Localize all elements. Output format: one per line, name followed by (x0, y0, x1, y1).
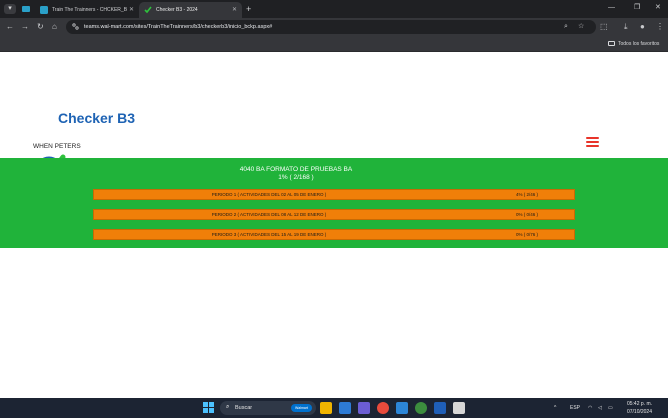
period-value: 0% ( 0/46 ) (516, 212, 539, 217)
home-icon[interactable]: ⌂ (52, 21, 57, 33)
course-progress-panel: 4040 BA FORMATO DE PRUEBAS BA 1% ( 2/168… (0, 158, 668, 248)
site-info-icon[interactable] (72, 23, 79, 30)
period-3-bar[interactable]: PERIODO 3 ( ACTIVIDADES DEL 15 AL 19 DE … (93, 229, 575, 240)
period-label: PERIODO 3 ( ACTIVIDADES DEL 15 AL 19 DE … (211, 232, 327, 237)
maximize-icon[interactable]: ❐ (634, 2, 640, 14)
hamburger-menu-icon[interactable] (586, 137, 599, 148)
period-label: PERIODO 2 ( ACTIVIDADES DEL 08 AL 12 DE … (211, 212, 327, 217)
tab-train-the-trainners[interactable]: Train The Trainners - CHCKER_B ✕ (35, 2, 139, 18)
bookmark-label: Todos los favoritos (618, 41, 660, 47)
vscode-icon[interactable] (339, 402, 351, 414)
browser-toolbar: ← → ↻ ⌂ teams.wal-mart.com/sites/TrainTh… (0, 18, 668, 36)
chrome-icon[interactable] (377, 402, 389, 414)
profile-icon[interactable]: ● (640, 21, 645, 33)
new-tab-button[interactable]: + (246, 2, 251, 16)
snipping-tool-icon[interactable] (453, 402, 465, 414)
extensions-icon[interactable]: ⬚ (600, 21, 608, 33)
taskbar-search[interactable]: ⌕ Buscar Walmart (220, 401, 316, 415)
period-2-bar[interactable]: PERIODO 2 ( ACTIVIDADES DEL 08 AL 12 DE … (93, 209, 575, 220)
period-value: 4% ( 2/46 ) (516, 192, 539, 197)
tab-title: Checker B3 - 2024 (156, 7, 198, 13)
logo-text: Checker B3 (58, 110, 136, 126)
sharepoint-favicon-icon (40, 6, 48, 14)
star-icon[interactable]: ☆ (578, 20, 584, 34)
minimize-icon[interactable]: — (608, 2, 615, 14)
wifi-icon[interactable]: ◠ (588, 398, 592, 418)
volume-icon[interactable]: ◁ (598, 398, 602, 418)
word-icon[interactable] (434, 402, 446, 414)
page-content: Checker B3 WHEN PETERS 4040 BA FORMATO D… (0, 52, 668, 371)
pinned-tab-icon[interactable] (20, 3, 32, 15)
taskbar-clock[interactable]: 05:42 p. m. 07/10/2024 (620, 400, 652, 416)
all-bookmarks-button[interactable]: Todos los favoritos (608, 38, 659, 50)
search-placeholder: Buscar (235, 405, 253, 411)
browser-tab-bar: ▾ Train The Trainners - CHCKER_B ✕ Check… (0, 0, 668, 18)
url-text: teams.wal-mart.com/sites/TrainTheTrainne… (84, 24, 273, 30)
tray-chevron-icon[interactable]: ^ (554, 398, 556, 418)
folder-icon (608, 41, 615, 46)
close-window-icon[interactable]: ✕ (655, 2, 661, 14)
chrome-profile-icon[interactable] (415, 402, 427, 414)
back-icon[interactable]: ← (6, 21, 14, 33)
period-value: 0% ( 0/76 ) (516, 232, 539, 237)
menu-icon[interactable]: ⋮ (656, 21, 664, 33)
walmart-badge: Walmart (291, 404, 312, 412)
user-name: WHEN PETERS (33, 143, 81, 150)
course-progress: 1% ( 2/168 ) (278, 174, 314, 181)
period-label: PERIODO 1 ( ACTIVIDADES DEL 02 AL 05 DE … (211, 192, 327, 197)
address-bar[interactable]: teams.wal-mart.com/sites/TrainTheTrainne… (66, 20, 596, 34)
outlook-icon[interactable] (396, 402, 408, 414)
forward-icon[interactable]: → (21, 21, 29, 33)
language-indicator[interactable]: ESP (570, 398, 580, 418)
checker-favicon-icon (144, 6, 152, 14)
reload-icon[interactable]: ↻ (37, 21, 44, 33)
teams-icon[interactable] (358, 402, 370, 414)
file-explorer-icon[interactable] (320, 402, 332, 414)
course-title: 4040 BA FORMATO DE PRUEBAS BA (239, 166, 353, 173)
clock-date: 07/10/2024 (626, 409, 652, 415)
windows-taskbar: ⌕ Buscar Walmart ^ ESP ◠ ◁ ▭ 05:42 p. m.… (0, 398, 668, 418)
period-1-bar[interactable]: PERIODO 1 ( ACTIVIDADES DEL 02 AL 05 DE … (93, 189, 575, 200)
tab-search-icon[interactable]: ▾ (4, 4, 16, 14)
close-tab-icon[interactable]: ✕ (129, 2, 134, 18)
clock-time: 05:42 p. m. (626, 401, 652, 407)
close-tab-icon[interactable]: ✕ (232, 2, 237, 18)
tab-checker-b3[interactable]: Checker B3 - 2024 ✕ (139, 2, 242, 18)
tab-title: Train The Trainners - CHCKER_B (52, 7, 128, 13)
search-icon: ⌕ (226, 404, 230, 410)
bookmarks-bar: Todos los favoritos (0, 36, 668, 52)
zoom-icon[interactable]: ⌕ (564, 20, 568, 34)
download-icon[interactable]: ⤓ (624, 21, 628, 33)
windows-start-icon[interactable] (203, 402, 214, 413)
battery-icon[interactable]: ▭ (608, 398, 613, 418)
